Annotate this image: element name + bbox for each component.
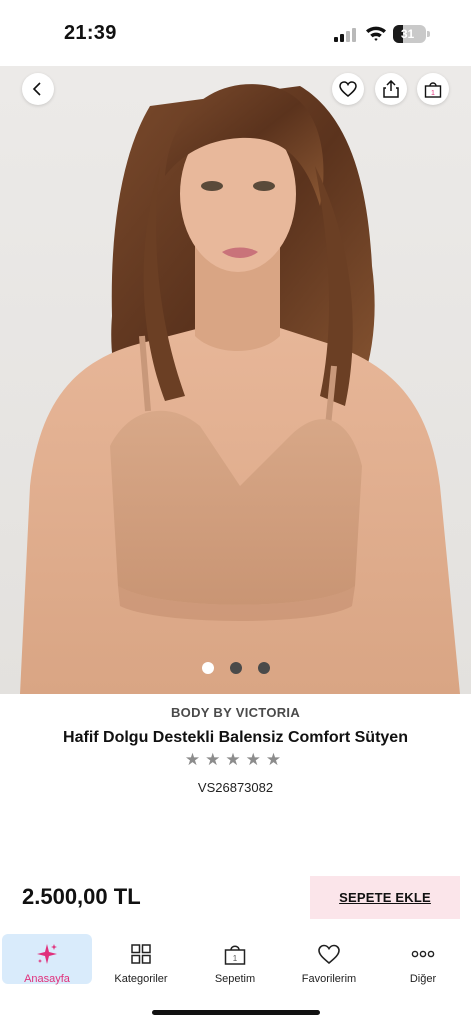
heart-icon (339, 81, 357, 97)
battery-level-text: 31 (400, 27, 415, 41)
product-price: 2.500,00 TL (22, 884, 141, 909)
pagination-dot[interactable] (229, 662, 242, 674)
nav-label: Sepetim (214, 973, 256, 985)
nav-item-more[interactable]: Diğer (378, 934, 468, 985)
more-icon (411, 950, 435, 958)
product-sku: VS26873082 (197, 780, 274, 795)
back-arrow-icon (32, 82, 41, 96)
nav-item-home[interactable]: Anasayfa (2, 934, 92, 985)
home-indicator[interactable] (152, 1010, 320, 1015)
rating-stars[interactable]: ★★★★★ (0, 750, 471, 770)
add-to-cart-label: SEPETE EKLE (339, 890, 431, 905)
favorite-button[interactable] (332, 73, 364, 105)
nav-item-favorites[interactable]: Favorilerim (284, 934, 374, 985)
signal-icon (334, 28, 358, 42)
nav-cart-badge: 1 (233, 954, 238, 963)
gallery-pagination (0, 662, 471, 676)
nav-label: Diğer (409, 973, 437, 985)
nav-item-cart[interactable]: 1 Sepetim (190, 934, 280, 985)
product-image-gallery[interactable]: 1 (0, 66, 471, 694)
cart-button[interactable]: 1 (417, 73, 449, 105)
shopping-bag-icon: 1 (424, 82, 442, 98)
product-title: Hafif Dolgu Destekli Balensiz Comfort Sü… (63, 729, 408, 746)
product-brand[interactable]: BODY BY VICTORIA (0, 705, 471, 720)
nav-label: Anasayfa (24, 973, 70, 985)
sparkle-icon (37, 944, 57, 964)
battery-tip (427, 31, 430, 37)
status-time: 21:39 (64, 22, 117, 44)
bag-icon: 1 (224, 945, 246, 965)
nav-label: Kategoriler (114, 973, 168, 985)
nav-item-categories[interactable]: Kategoriler (96, 934, 186, 985)
pagination-dot[interactable] (257, 662, 270, 674)
nav-label: Favorilerim (301, 973, 357, 985)
heart-icon (318, 944, 340, 965)
product-photo (0, 66, 471, 694)
cart-badge: 1 (431, 90, 435, 97)
bottom-navigation: Anasayfa Kategoriler 1 Sepetim Favoriler… (0, 934, 471, 990)
grid-icon (131, 944, 151, 964)
share-icon (383, 80, 399, 98)
battery-icon: 31 (393, 25, 426, 43)
share-button[interactable] (375, 73, 407, 105)
back-button[interactable] (22, 73, 54, 105)
wifi-icon (366, 26, 386, 41)
pagination-dot-active[interactable] (201, 662, 214, 674)
add-to-cart-button[interactable]: SEPETE EKLE (310, 876, 460, 919)
status-bar: 21:39 31 (0, 0, 471, 66)
